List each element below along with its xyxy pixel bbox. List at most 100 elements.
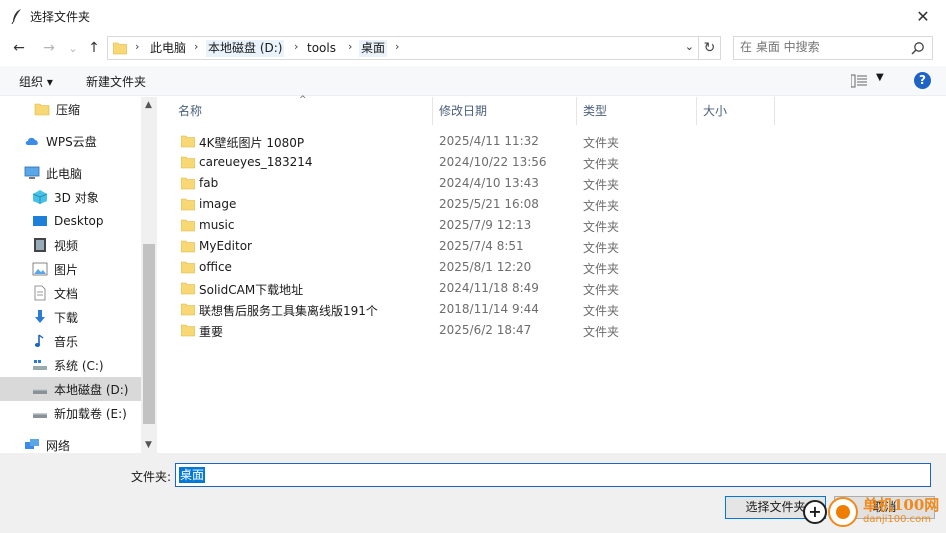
folder-icon (181, 177, 195, 190)
file-type: 文件夹 (583, 199, 620, 213)
file-row[interactable]: office 2025/8/1 12:20 文件夹 (160, 257, 946, 278)
computer-icon (24, 166, 40, 179)
file-name: office (199, 260, 232, 274)
download-icon (35, 310, 45, 323)
sidebar-item-desktop[interactable]: Desktop (0, 209, 141, 233)
sidebar-item-network[interactable]: 网络 (0, 433, 141, 453)
sidebar-item-this-pc[interactable]: 此电脑 (0, 161, 141, 185)
search-icon (911, 42, 924, 55)
up-button[interactable]: ↑ (84, 38, 104, 58)
close-button[interactable]: ✕ (900, 0, 946, 32)
back-arrow-icon: ← (13, 40, 25, 56)
view-options-icon[interactable] (851, 74, 867, 88)
sidebar-item-label: 下载 (54, 310, 79, 325)
video-icon (34, 238, 46, 252)
recent-locations-button[interactable]: ⌄ (63, 38, 83, 58)
new-folder-button[interactable]: 新建文件夹 (86, 73, 146, 90)
file-row[interactable]: 重要 2025/6/2 18:47 文件夹 (160, 320, 946, 341)
file-row[interactable]: 4K壁纸图片 1080P 2025/4/11 11:32 文件夹 (160, 131, 946, 152)
breadcrumb-tools[interactable]: tools (305, 40, 338, 57)
sidebar-item-label: 视频 (54, 238, 79, 253)
sidebar-item-label: WPS云盘 (46, 134, 97, 149)
column-header-date[interactable]: 修改日期 (439, 97, 487, 125)
picture-icon (32, 262, 48, 276)
chevron-down-icon: ⌄ (68, 41, 78, 55)
breadcrumb-separator: › (348, 40, 353, 53)
organize-menu[interactable]: 组织 ▾ (19, 73, 53, 90)
folder-name-value[interactable]: 桌面 (179, 467, 206, 483)
scrollbar-thumb[interactable] (143, 244, 155, 424)
sidebar-item-drive-e[interactable]: 新加载卷 (E:) (0, 401, 141, 425)
file-row[interactable]: careueyes_183214 2024/10/22 13:56 文件夹 (160, 152, 946, 173)
watermark-plus-icon: + (803, 500, 827, 524)
file-row[interactable]: 联想售后服务工具集离线版191个 2018/11/14 9:44 文件夹 (160, 299, 946, 320)
column-header-size[interactable]: 大小 (703, 97, 727, 125)
sidebar-item-3d-objects[interactable]: 3D 对象 (0, 185, 141, 209)
sidebar-item-documents[interactable]: 文档 (0, 281, 141, 305)
folder-icon (181, 219, 195, 232)
watermark-text: 单机100网 (863, 496, 940, 514)
sidebar-item-label: 文档 (54, 286, 79, 301)
folder-icon (181, 240, 195, 253)
file-row[interactable]: SolidCAM下载地址 2024/11/18 8:49 文件夹 (160, 278, 946, 299)
breadcrumb-drive-d[interactable]: 本地磁盘 (D:) (206, 40, 285, 57)
file-date: 2025/7/9 12:13 (439, 218, 532, 232)
file-type: 文件夹 (583, 304, 620, 318)
search-box[interactable] (733, 36, 933, 60)
sidebar-item-wps-cloud[interactable]: WPS云盘 (0, 129, 141, 153)
title-bar: 选择文件夹 ✕ (0, 0, 946, 32)
sidebar-scrollbar[interactable]: ▲ ▼ (141, 97, 157, 453)
file-row[interactable]: fab 2024/4/10 13:43 文件夹 (160, 173, 946, 194)
navigation-bar: ← → ⌄ ↑ › 此电脑 › 本地磁盘 (D:) › tools › 桌面 ›… (0, 32, 946, 64)
sidebar-item-drive-c[interactable]: 系统 (C:) (0, 353, 141, 377)
back-button[interactable]: ← (9, 38, 29, 58)
file-name: image (199, 197, 237, 211)
refresh-button[interactable]: ↻ (699, 36, 721, 60)
address-bar[interactable]: › 此电脑 › 本地磁盘 (D:) › tools › 桌面 › ⌄ (107, 36, 699, 60)
drive-icon (33, 389, 47, 394)
sidebar-item-label: 系统 (C:) (54, 358, 104, 373)
navigation-pane: 压缩 WPS云盘 此电脑 3D 对象 Desktop 视频 图片 文档 下载 音… (0, 97, 157, 453)
column-divider[interactable] (432, 97, 433, 125)
folder-icon (181, 198, 195, 211)
sidebar-item-label: 新加载卷 (E:) (54, 406, 127, 421)
sidebar-item-downloads[interactable]: 下载 (0, 305, 141, 329)
help-button[interactable]: ? (914, 72, 931, 89)
folder-name-input[interactable]: 桌面 (175, 463, 931, 487)
close-icon: ✕ (916, 6, 930, 26)
file-row[interactable]: image 2025/5/21 16:08 文件夹 (160, 194, 946, 215)
file-row[interactable]: music 2025/7/9 12:13 文件夹 (160, 215, 946, 236)
breadcrumb-separator: › (294, 40, 299, 53)
column-divider[interactable] (696, 97, 697, 125)
column-divider[interactable] (576, 97, 577, 125)
address-dropdown-icon[interactable]: ⌄ (685, 40, 694, 53)
sidebar-item-label: Desktop (54, 214, 104, 228)
sidebar-item-pictures[interactable]: 图片 (0, 257, 141, 281)
column-header-type[interactable]: 类型 (583, 97, 607, 125)
column-divider[interactable] (774, 97, 775, 125)
window-title: 选择文件夹 (30, 10, 91, 24)
breadcrumb-this-pc[interactable]: 此电脑 (148, 40, 188, 57)
sidebar-item-music[interactable]: 音乐 (0, 329, 141, 353)
breadcrumb-desktop[interactable]: 桌面 (359, 40, 388, 57)
sidebar-item-compress[interactable]: 压缩 (0, 97, 141, 121)
breadcrumb-separator: › (194, 40, 199, 53)
sidebar-item-drive-d[interactable]: 本地磁盘 (D:) (0, 377, 141, 401)
file-date: 2025/6/2 18:47 (439, 323, 532, 337)
sidebar-item-videos[interactable]: 视频 (0, 233, 141, 257)
search-input[interactable] (740, 40, 900, 54)
sidebar-item-label: 压缩 (56, 102, 81, 117)
sort-ascending-icon: ^ (299, 95, 307, 105)
sidebar-item-label: 音乐 (54, 334, 79, 349)
column-header-name[interactable]: 名称 (178, 97, 202, 125)
scroll-up-icon[interactable]: ▲ (145, 100, 152, 110)
command-bar: 组织 ▾ 新建文件夹 ▼ ? (0, 66, 946, 96)
view-dropdown-icon[interactable]: ▼ (876, 72, 884, 83)
file-row[interactable]: MyEditor 2025/7/4 8:51 文件夹 (160, 236, 946, 257)
scroll-down-icon[interactable]: ▼ (145, 440, 152, 450)
file-date: 2018/11/14 9:44 (439, 302, 539, 316)
forward-button[interactable]: → (39, 38, 59, 58)
file-type: 文件夹 (583, 220, 620, 234)
folder-icon (181, 156, 195, 169)
folder-icon (181, 261, 195, 274)
